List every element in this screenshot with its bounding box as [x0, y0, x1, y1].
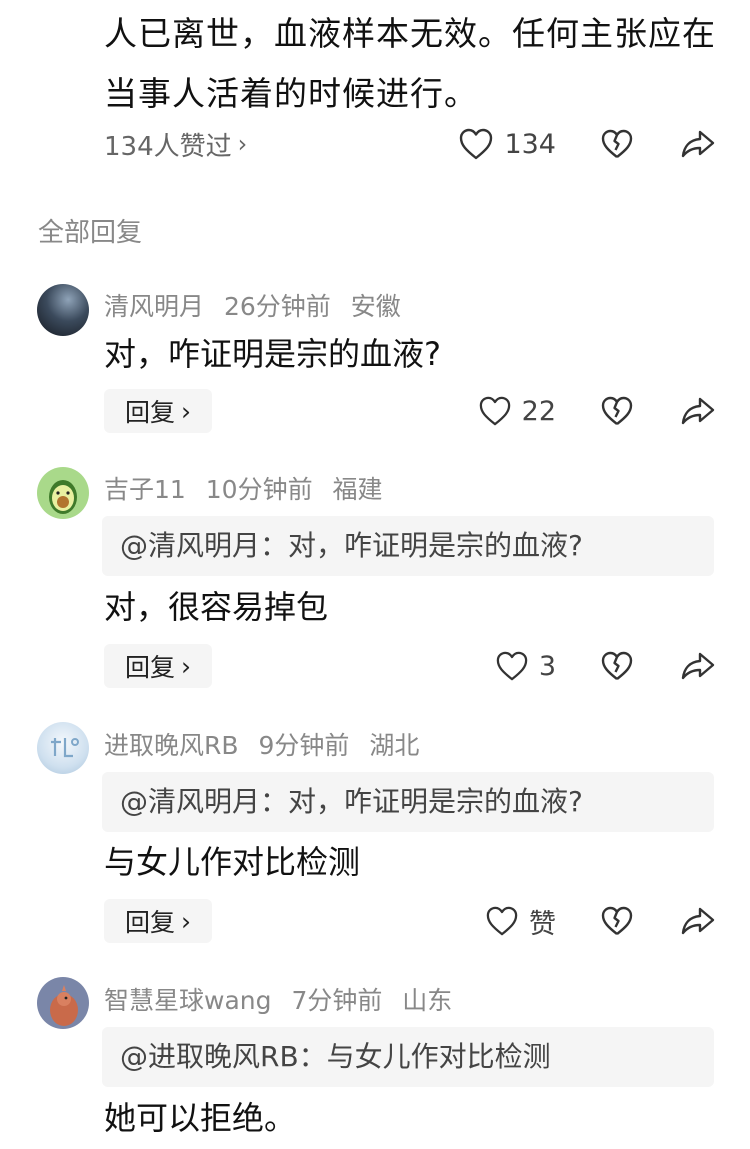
reply-label: 回复	[124, 653, 175, 682]
reply-label: 回复	[124, 908, 175, 937]
comment-location: 山东	[402, 986, 453, 1015]
reply-button[interactable]: 回复 ›	[104, 644, 212, 688]
comment-location: 福建	[332, 475, 383, 504]
dislike-button[interactable]	[600, 905, 634, 937]
like-button[interactable]: 134	[458, 127, 556, 161]
comment-author[interactable]: 吉子11	[104, 475, 186, 504]
chevron-right-icon: ›	[237, 130, 248, 158]
share-button[interactable]	[680, 650, 716, 682]
comment-meta: 智慧星球wang 7分钟前 山东	[104, 981, 464, 1017]
reply-button[interactable]: 回复 ›	[104, 899, 212, 943]
comment-text: 对，很容易掉包	[104, 588, 329, 626]
heartbreak-icon	[601, 396, 633, 425]
share-icon	[681, 130, 715, 158]
comment-text: 对，咋证明是宗的血液?	[104, 335, 441, 373]
comment-author[interactable]: 进取晚风RB	[104, 731, 239, 760]
likes-summary-text: 134人赞过	[104, 131, 232, 162]
heart-icon	[460, 128, 493, 160]
comment-meta: 进取晚风RB 9分钟前 湖北	[104, 726, 431, 762]
avatar[interactable]	[37, 284, 89, 336]
like-button[interactable]: 赞	[485, 902, 556, 941]
like-count: 赞	[529, 908, 556, 940]
share-icon	[681, 652, 715, 680]
like-button[interactable]: 3	[495, 650, 556, 682]
likes-summary-link[interactable]: 134人赞过 ›	[104, 124, 247, 164]
comment-author[interactable]: 智慧星球wang	[104, 986, 271, 1015]
comment-actions: 3	[495, 644, 716, 688]
comment-time: 10分钟前	[205, 475, 313, 504]
comment-meta: 吉子11 10分钟前 福建	[104, 470, 395, 506]
chevron-right-icon: ›	[181, 396, 191, 426]
reply-label: 回复	[124, 398, 175, 427]
post-text: 人已离世，血液样本无效。任何主张应在当事人活着的时候进行。	[104, 14, 716, 113]
comment-time: 26分钟前	[223, 292, 331, 321]
comment-text: 她可以拒绝。	[104, 1099, 297, 1137]
comment-author[interactable]: 清风明月	[104, 292, 204, 321]
comment-location: 湖北	[369, 731, 420, 760]
like-count: 22	[521, 395, 556, 427]
heart-icon	[496, 651, 528, 681]
heartbreak-icon	[601, 651, 633, 680]
comment-actions: 22	[478, 389, 716, 433]
comment-text: 与女儿作对比检测	[104, 843, 361, 881]
like-count: 3	[538, 650, 556, 682]
share-icon	[681, 397, 715, 425]
share-button[interactable]	[680, 395, 716, 427]
like-count: 134	[504, 128, 556, 160]
chevron-right-icon: ›	[181, 651, 191, 681]
avocado-avatar-icon	[49, 480, 77, 514]
avatar[interactable]	[37, 722, 89, 774]
all-replies-title: 全部回复	[38, 218, 143, 248]
comment-time: 9分钟前	[258, 731, 350, 760]
snowflake-avatar-icon	[51, 738, 79, 758]
avatar[interactable]	[37, 977, 89, 1029]
comment-location: 安徽	[350, 292, 401, 321]
heart-icon	[479, 396, 510, 426]
heart-icon	[486, 906, 518, 936]
quoted-reply[interactable]: @清风明月：对，咋证明是宗的血液?	[102, 516, 714, 576]
avatar[interactable]	[37, 467, 89, 519]
share-icon	[681, 907, 715, 935]
heartbreak-icon	[601, 129, 633, 158]
dislike-button[interactable]	[600, 395, 634, 427]
dislike-button[interactable]	[600, 128, 634, 160]
quoted-reply[interactable]: @进取晚风RB：与女儿作对比检测	[102, 1027, 714, 1087]
reply-button[interactable]: 回复 ›	[104, 389, 212, 433]
quoted-reply[interactable]: @清风明月：对，咋证明是宗的血液?	[102, 772, 714, 832]
like-button[interactable]: 22	[478, 395, 556, 427]
heartbreak-icon	[601, 906, 633, 935]
comment-actions: 赞	[485, 899, 716, 943]
post-actions: 134	[458, 122, 716, 166]
chevron-right-icon: ›	[181, 906, 191, 936]
dislike-button[interactable]	[600, 650, 634, 682]
comment-meta: 清风明月 26分钟前 安徽	[104, 287, 413, 323]
share-button[interactable]	[680, 905, 716, 937]
bird-avatar-icon	[50, 985, 78, 1026]
comment-time: 7分钟前	[291, 986, 383, 1015]
share-button[interactable]	[680, 128, 716, 160]
